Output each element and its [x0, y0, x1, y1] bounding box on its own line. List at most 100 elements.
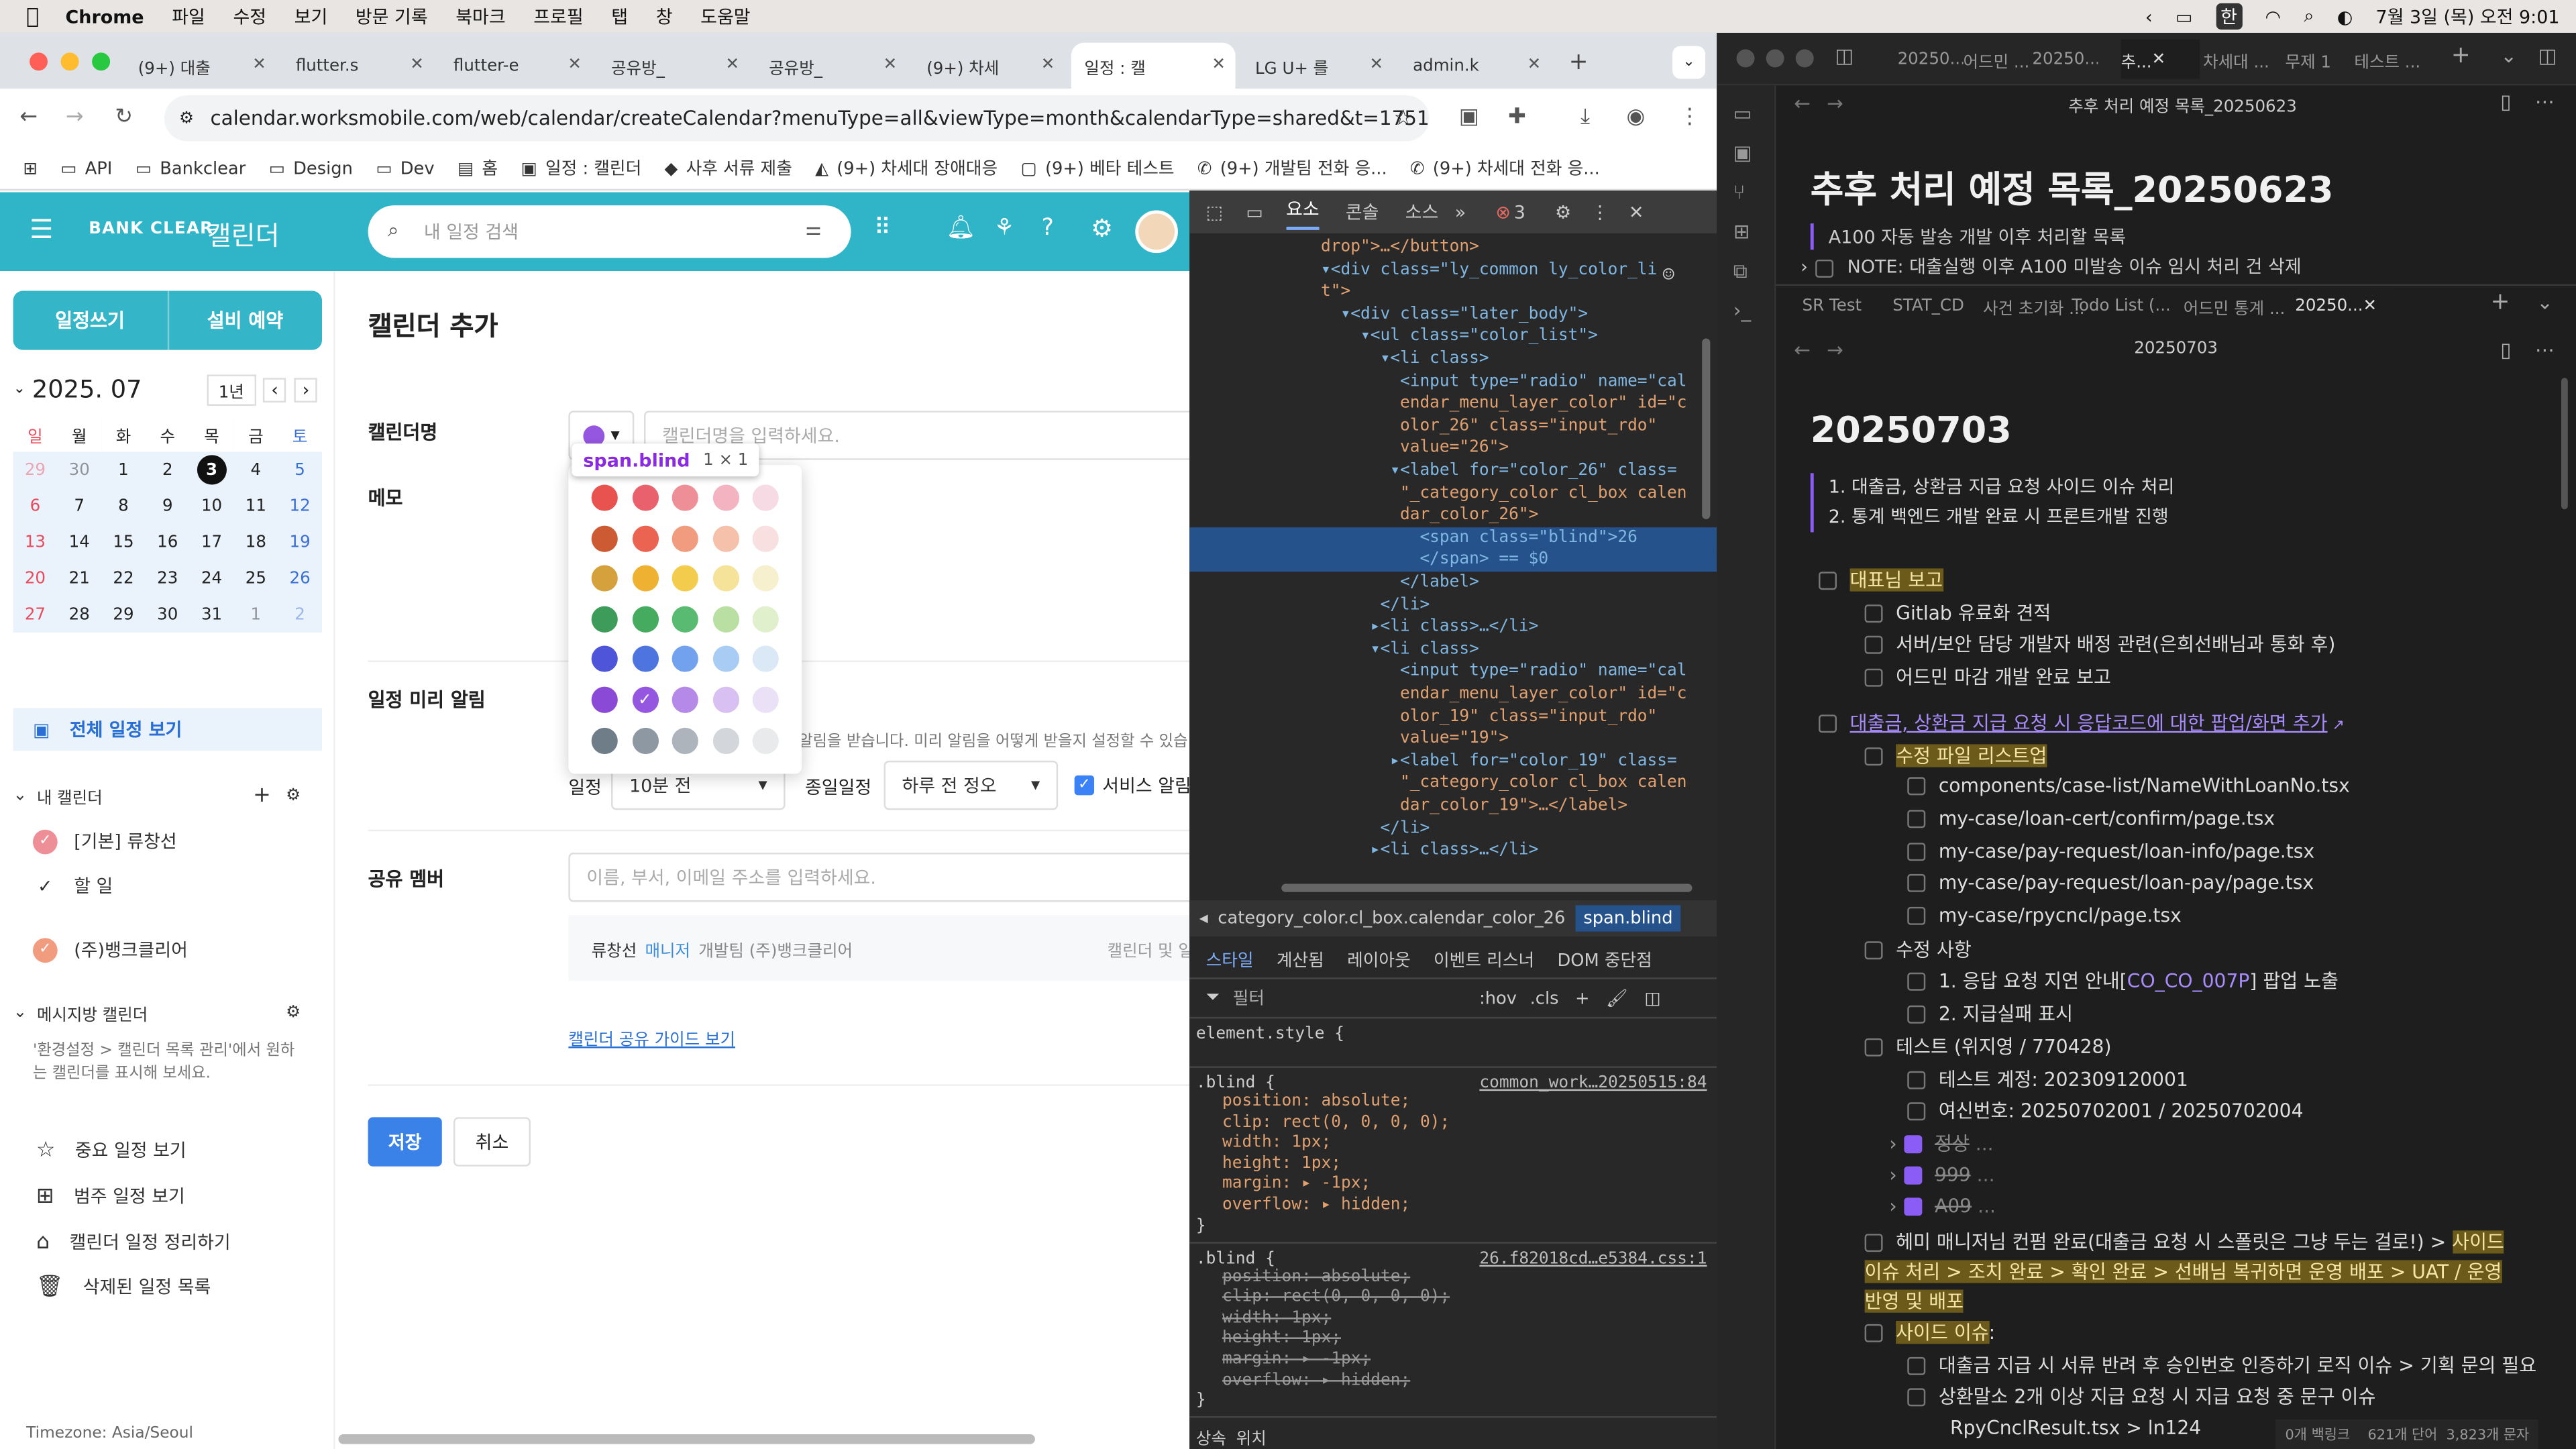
share-member-input[interactable]: 이름, 부서, 이메일 주소를 입력하세요. — [568, 853, 1190, 902]
day-cell[interactable]: 15 — [101, 524, 146, 560]
forward-icon[interactable]: → — [1827, 92, 1843, 115]
close-icon[interactable]: ✕ — [252, 56, 266, 74]
day-cell[interactable]: 1 — [233, 596, 278, 633]
css-declaration[interactable]: height: 1px; — [1222, 1155, 1710, 1175]
menu-bookmarks[interactable]: 북마크 — [455, 3, 505, 30]
breadcrumb-left-icon[interactable]: ◂ — [1199, 908, 1208, 928]
obsidian-tab[interactable]: 추... ✕ — [2121, 39, 2200, 79]
day-cell[interactable]: 18 — [233, 524, 278, 560]
tab-console[interactable]: 콘솔 — [1346, 199, 1379, 225]
color-swatch[interactable] — [752, 686, 779, 713]
day-cell[interactable]: 9 — [146, 488, 190, 524]
extensions-icon[interactable]: ✚ — [1508, 105, 1526, 130]
keyboard-icon[interactable]: ▭ — [2176, 6, 2192, 28]
task-item[interactable]: my-case/pay-request/loan-info/page.tsx — [1907, 839, 2314, 862]
cancel-button[interactable]: 취소 — [453, 1117, 531, 1167]
copy-icon[interactable]: ⧉ — [1733, 260, 1748, 284]
breadcrumb-selected[interactable]: span.blind — [1575, 905, 1681, 932]
minimize-window-button[interactable] — [1766, 49, 1784, 68]
back-icon[interactable]: ← — [19, 105, 38, 130]
next-month-icon[interactable]: › — [294, 377, 318, 402]
zoom-window-button[interactable] — [92, 52, 111, 71]
bell-icon[interactable]: 🔔︎ — [947, 215, 976, 241]
dom-node-line[interactable]: endar_menu_layer_color" id="c — [1321, 684, 1687, 706]
obsidian-tab[interactable]: 사건 초기화 ... — [1983, 286, 2085, 325]
allday-alarm-select[interactable]: 하루 전 정오 ▼ — [883, 760, 1059, 810]
task-item[interactable]: 1. 응답 요청 지연 안내[CO_CO_007P] 팝업 노출 — [1907, 968, 2339, 994]
checkbox[interactable] — [1864, 1038, 1883, 1057]
graph-icon[interactable]: ⑂ — [1733, 180, 1746, 203]
checkbox[interactable] — [1907, 1006, 1926, 1024]
help-icon[interactable]: ? — [1042, 215, 1054, 241]
task-item[interactable]: 사이드 이슈: — [1864, 1320, 1995, 1346]
browser-tab[interactable]: flutter.s ✕ — [282, 43, 433, 89]
dom-node-line[interactable]: "_category_color cl_box calen — [1321, 482, 1687, 504]
close-window-button[interactable] — [30, 52, 48, 71]
color-swatch[interactable] — [752, 484, 779, 511]
menu-window[interactable]: 창 — [656, 3, 673, 30]
checkbox[interactable] — [1864, 636, 1883, 655]
element-style-rule[interactable]: element.style { — [1189, 1018, 1717, 1068]
member-permission[interactable]: 캘린더 및 일 — [1108, 936, 1189, 961]
css-rule[interactable]: .blind {common_work…20250515:84 position… — [1189, 1068, 1717, 1243]
menu-file[interactable]: 파일 — [172, 3, 205, 30]
menu-profile[interactable]: 프로필 — [533, 3, 583, 30]
css-declaration[interactable]: margin: ▸ -1px; — [1222, 1350, 1710, 1371]
collapse-arrow-icon[interactable]: › — [1801, 256, 1808, 278]
day-cell[interactable]: 24 — [190, 560, 234, 596]
collapse-arrow-icon[interactable]: › — [1889, 1195, 1896, 1218]
close-icon[interactable]: ✕ — [410, 56, 424, 74]
apps-grid-icon[interactable]: ⠿ — [874, 215, 891, 241]
day-cell[interactable]: 17 — [190, 524, 234, 560]
dom-node-line[interactable]: ▾<div class="later_body"> — [1321, 304, 1588, 326]
dom-node-line[interactable]: <input type="radio" name="cal — [1321, 370, 1687, 392]
day-cell[interactable]: 7 — [57, 488, 101, 524]
dom-node-line[interactable]: </li> — [1321, 818, 1430, 840]
checkbox[interactable] — [1907, 1356, 1926, 1375]
color-swatch[interactable] — [752, 525, 779, 551]
color-swatch[interactable] — [631, 565, 658, 592]
hover-state-toggle[interactable]: :hov — [1479, 988, 1517, 1008]
dom-node-line[interactable]: ▸<li class>…</li> — [1321, 616, 1539, 639]
forward-icon[interactable]: → — [66, 105, 84, 130]
bookmark-folder[interactable]: ▭ Design — [269, 158, 353, 178]
task-item[interactable]: 상환말소 2개 이상 지급 요청 시 지급 요청 중 문구 이슈 — [1907, 1384, 2375, 1410]
color-swatch[interactable] — [591, 565, 618, 592]
forward-icon[interactable]: → — [1827, 338, 1843, 361]
address-bar[interactable]: ⚙ calendar.worksmobile.com/web/calendar/… — [164, 95, 1430, 142]
add-rule-icon[interactable]: + — [1575, 988, 1590, 1008]
task-item[interactable]: 테스트 (위지영 / 770428) — [1864, 1033, 2111, 1059]
collapse-arrow-icon[interactable]: › — [1889, 1163, 1896, 1185]
styles-filter-input[interactable]: 필터 — [1233, 985, 1479, 1010]
browser-tab[interactable]: LG U+ 를 ✕ — [1242, 43, 1393, 89]
menu-history[interactable]: 방문 기록 — [356, 3, 428, 30]
devtools-scrollbar[interactable] — [1702, 338, 1711, 519]
checkbox[interactable] — [1907, 906, 1926, 925]
task-item[interactable]: 어드민 마감 개발 완료 보고 — [1864, 664, 2111, 690]
dom-node-line[interactable]: ▾<li class> — [1321, 639, 1479, 661]
day-cell[interactable]: 12 — [278, 488, 322, 524]
day-cell[interactable]: 4 — [233, 451, 278, 488]
device-toggle-icon[interactable]: ▭ — [1246, 201, 1263, 223]
checkbox[interactable] — [1907, 1389, 1926, 1407]
inspect-element-icon[interactable]: ⬚ — [1206, 201, 1223, 223]
browser-tab[interactable]: 공유방_ ✕ — [756, 43, 907, 89]
screenshot-icon[interactable]: ▣ — [1459, 105, 1479, 130]
devtools-hscrollbar[interactable] — [1281, 883, 1693, 892]
color-swatch[interactable] — [591, 606, 618, 633]
apps-icon[interactable]: ⊞ — [23, 158, 38, 178]
bookmark-link[interactable]: ▤ 홈 — [458, 156, 498, 181]
menu-view[interactable]: 보기 — [294, 3, 328, 30]
css-declaration[interactable]: margin: ▸ -1px; — [1222, 1175, 1710, 1196]
checkbox[interactable] — [1907, 777, 1926, 796]
color-swatch[interactable] — [631, 606, 658, 633]
color-swatch[interactable] — [712, 484, 739, 511]
dom-node-line[interactable]: "_category_color cl_box calen — [1321, 773, 1687, 795]
more-menu-icon[interactable]: ⋮ — [1679, 105, 1701, 130]
back-icon[interactable]: ← — [1794, 338, 1811, 361]
dom-node-line[interactable]: t"> — [1321, 281, 1350, 303]
dom-node-line[interactable]: ▾<ul class="color_list"> — [1321, 326, 1598, 348]
day-cell[interactable]: 28 — [57, 596, 101, 633]
color-swatch[interactable] — [591, 727, 618, 754]
color-swatch[interactable] — [631, 525, 658, 551]
